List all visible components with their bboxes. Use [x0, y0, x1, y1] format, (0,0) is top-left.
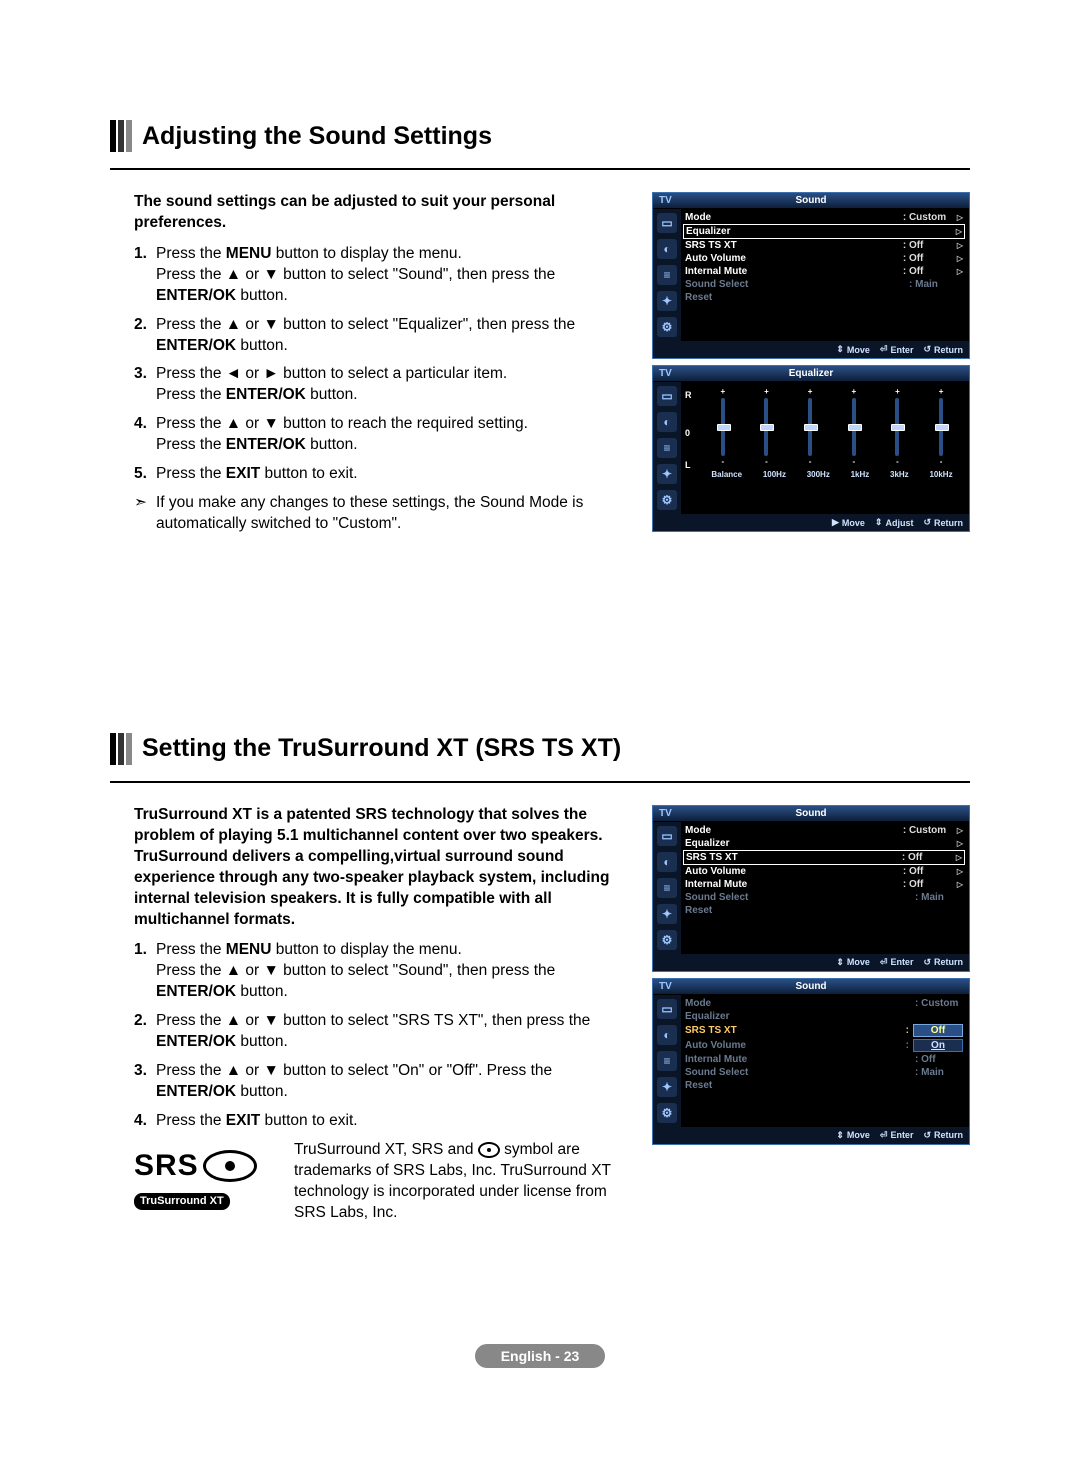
eq-band-label: Balance	[711, 470, 742, 479]
section-1-header: Adjusting the Sound Settings	[110, 120, 970, 152]
eq-slider[interactable]: +-	[792, 388, 829, 466]
eq-slider[interactable]: +-	[748, 388, 785, 466]
srs-symbol-icon	[478, 1142, 500, 1158]
step-number: 2.	[134, 1011, 156, 1053]
note-arrow-icon: ➣	[134, 493, 156, 535]
section-2-header: Setting the TruSurround XT (SRS TS XT)	[110, 733, 970, 765]
step-text: Press the ▲ or ▼ button to select "SRS T…	[156, 1011, 634, 1053]
eq-left-channel-labels: R 0 L	[685, 390, 692, 470]
osd-tv-label: TV	[659, 195, 672, 206]
eq-sliders[interactable]: +-+-+-+-+-+-	[701, 388, 963, 470]
step: 4.Press the ▲ or ▼ button to reach the r…	[134, 414, 634, 456]
step-text: Press the EXIT button to exit.	[156, 1111, 634, 1132]
step-number: 1.	[134, 940, 156, 1003]
step-text: Press the ▲ or ▼ button to select "Equal…	[156, 315, 634, 357]
step-text: Press the EXIT button to exit.	[156, 464, 634, 485]
srs-oval-icon	[203, 1150, 257, 1182]
header-ornament	[110, 120, 132, 152]
step-text: Press the ▲ or ▼ button to select "On" o…	[156, 1061, 634, 1103]
osd-row-intmute: Internal Mute: Off	[683, 1053, 965, 1066]
osd-row-mode[interactable]: Mode: Custom▷	[683, 211, 965, 224]
eq-band-label: 300Hz	[807, 470, 830, 479]
step-number: 3.	[134, 364, 156, 406]
osd-row-equalizer: Equalizer	[683, 1010, 965, 1023]
step: 1.Press the MENU button to display the m…	[134, 244, 634, 307]
eq-band-label: 10kHz	[929, 470, 952, 479]
header-ornament	[110, 733, 132, 765]
step: 3.Press the ◄ or ► button to select a pa…	[134, 364, 634, 406]
step-number: 4.	[134, 414, 156, 456]
osd-row-equalizer[interactable]: Equalizer▷	[683, 224, 965, 239]
step-text: Press the ▲ or ▼ button to reach the req…	[156, 414, 634, 456]
osd-row-srs[interactable]: SRS TS XT: Off▷	[683, 239, 965, 252]
eq-slider[interactable]: +-	[879, 388, 916, 466]
osd-srs-option-on[interactable]: On	[913, 1039, 963, 1052]
section-1-steps: 1.Press the MENU button to display the m…	[134, 244, 634, 485]
step: 5.Press the EXIT button to exit.	[134, 464, 634, 485]
osd-row-autovol[interactable]: Auto Volume: Off▷	[683, 252, 965, 265]
eq-slider[interactable]: +-	[923, 388, 960, 466]
section-1-note: If you make any changes to these setting…	[156, 493, 634, 535]
eq-band-label: 1kHz	[851, 470, 870, 479]
step-text: Press the MENU button to display the men…	[156, 244, 634, 307]
osd-row-mode[interactable]: Mode: Custom▷	[683, 824, 965, 837]
osd-row-mode: Mode: Custom	[683, 997, 965, 1010]
section-2-title: Setting the TruSurround XT (SRS TS XT)	[142, 736, 621, 761]
step: 1.Press the MENU button to display the m…	[134, 940, 634, 1003]
step: 4.Press the EXIT button to exit.	[134, 1111, 634, 1132]
osd-row-intmute[interactable]: Internal Mute: Off▷	[683, 878, 965, 891]
srs-trademark-text: TruSurround XT, SRS and symbol are trade…	[294, 1140, 634, 1224]
osd-srs-option-off[interactable]: Off	[913, 1024, 963, 1037]
section-1-intro: The sound settings can be adjusted to su…	[134, 192, 634, 234]
step: 2.Press the ▲ or ▼ button to select "SRS…	[134, 1011, 634, 1053]
osd-left-icons: ▭◐≡✦⚙	[653, 209, 681, 341]
eq-axis-labels: Balance 100Hz 300Hz 1kHz 3kHz 10kHz	[701, 470, 963, 481]
eq-slider[interactable]: +-	[704, 388, 741, 466]
step: 2.Press the ▲ or ▼ button to select "Equ…	[134, 315, 634, 357]
osd-equalizer: TV Equalizer ▭◐≡✦⚙ R 0 L +-+-+-+-+-+-	[652, 365, 970, 532]
osd-row-soundselect: Sound Select: Main	[683, 278, 965, 291]
step-number: 2.	[134, 315, 156, 357]
osd-sound-menu-1: TV Sound ▭◐≡✦⚙ Mode: Custom▷ Equalizer▷	[652, 192, 970, 359]
section-2-steps: 1.Press the MENU button to display the m…	[134, 940, 634, 1131]
osd-row-reset: Reset	[683, 1079, 965, 1092]
step-number: 5.	[134, 464, 156, 485]
step-number: 4.	[134, 1111, 156, 1132]
step-number: 3.	[134, 1061, 156, 1103]
page-footer: English - 23	[110, 1344, 970, 1368]
osd-row-autovol: Auto Volume: On	[683, 1038, 965, 1053]
step-text: Press the MENU button to display the men…	[156, 940, 634, 1003]
osd-sound-menu-2: TV Sound ▭◐≡✦⚙ Mode: Custom▷ Equalizer▷ …	[652, 805, 970, 972]
osd-row-equalizer[interactable]: Equalizer▷	[683, 837, 965, 850]
osd-row-srs[interactable]: SRS TS XT: Off▷	[683, 850, 965, 865]
osd-sound-menu-3: TVSound ▭◐≡✦⚙ Mode: Custom Equalizer SRS…	[652, 978, 970, 1145]
osd-row-autovol[interactable]: Auto Volume: Off▷	[683, 865, 965, 878]
osd-row-intmute[interactable]: Internal Mute: Off▷	[683, 265, 965, 278]
osd-tv-label: TV	[659, 368, 672, 379]
osd-title: Equalizer	[789, 368, 833, 379]
section-2-intro: TruSurround XT is a patented SRS technol…	[134, 805, 634, 931]
eq-band-label: 100Hz	[763, 470, 786, 479]
page-number: English - 23	[475, 1344, 606, 1368]
osd-title: Sound	[795, 195, 826, 206]
step: 3.Press the ▲ or ▼ button to select "On"…	[134, 1061, 634, 1103]
osd-row-reset: Reset	[683, 291, 965, 304]
step-text: Press the ◄ or ► button to select a part…	[156, 364, 634, 406]
osd-row-soundselect: Sound Select: Main	[683, 1066, 965, 1079]
eq-band-label: 3kHz	[890, 470, 909, 479]
srs-pill: TruSurround XT	[134, 1193, 230, 1210]
eq-slider[interactable]: +-	[835, 388, 872, 466]
srs-logo: SRS TruSurround XT	[134, 1140, 284, 1211]
osd-row-soundselect: Sound Select: Main	[683, 891, 965, 904]
section-1-title: Adjusting the Sound Settings	[142, 124, 492, 149]
osd-left-icons: ▭◐≡✦⚙	[653, 382, 681, 514]
osd-row-srs-active[interactable]: SRS TS XT: Off	[683, 1023, 965, 1038]
osd-row-reset: Reset	[683, 904, 965, 917]
step-number: 1.	[134, 244, 156, 307]
